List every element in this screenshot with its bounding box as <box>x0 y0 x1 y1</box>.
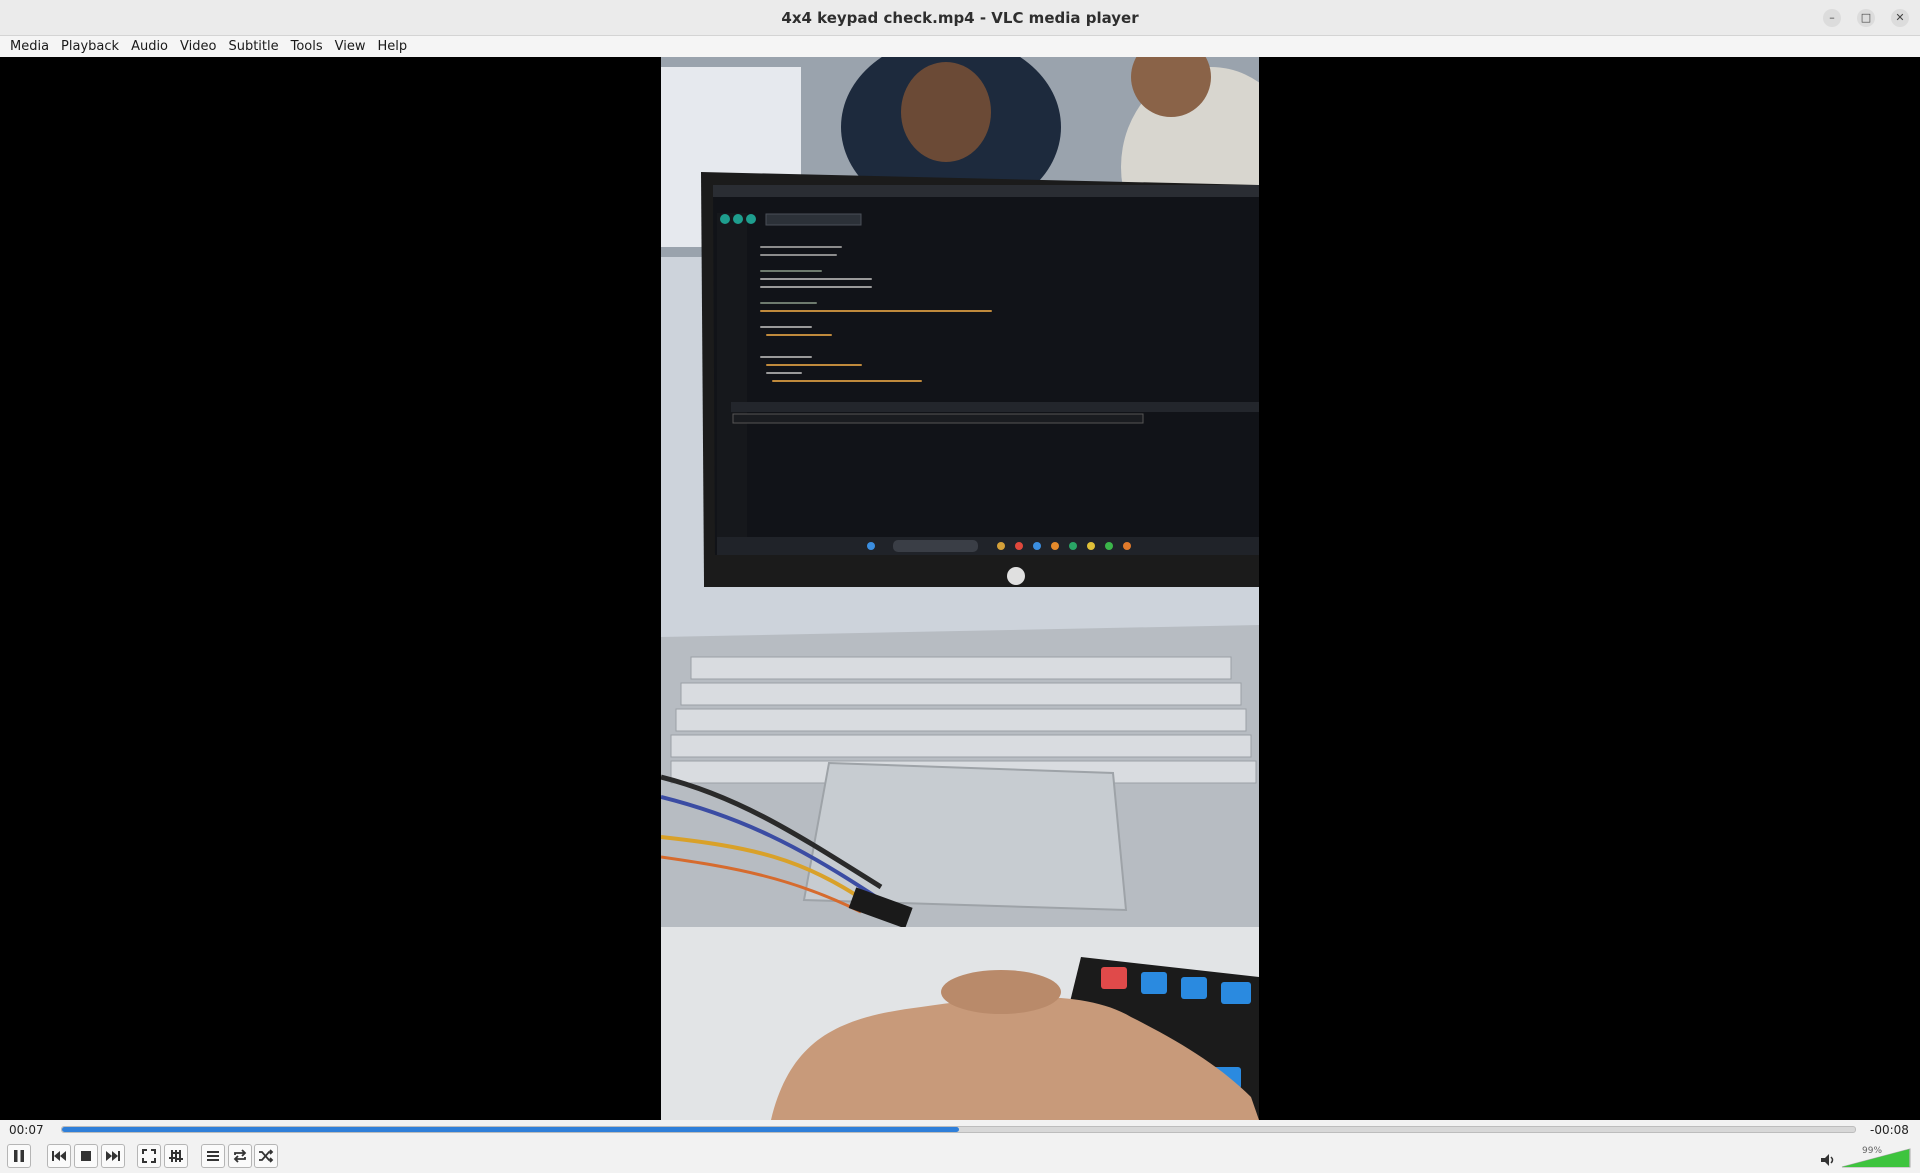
maximize-button[interactable]: □ <box>1857 9 1875 27</box>
playlist-button[interactable] <box>201 1144 225 1168</box>
control-bar: 99% <box>0 1140 1920 1173</box>
seek-progress <box>62 1127 959 1132</box>
remaining-time[interactable]: -00:08 <box>1870 1122 1909 1138</box>
minimize-button[interactable]: – <box>1823 9 1841 27</box>
speaker-icon[interactable] <box>1820 1153 1836 1167</box>
seek-slider[interactable] <box>61 1126 1856 1133</box>
stop-button[interactable] <box>74 1144 98 1168</box>
menu-subtitle[interactable]: Subtitle <box>222 36 284 57</box>
menu-media[interactable]: Media <box>4 36 55 57</box>
menu-video[interactable]: Video <box>174 36 222 57</box>
extended-settings-button[interactable] <box>164 1144 188 1168</box>
maximize-icon: □ <box>1860 11 1872 24</box>
shuffle-button[interactable] <box>254 1144 278 1168</box>
menu-playback[interactable]: Playback <box>55 36 125 57</box>
title-bar: 4x4 keypad check.mp4 - VLC media player … <box>0 0 1920 36</box>
volume-slider[interactable] <box>1840 1147 1912 1169</box>
fullscreen-icon <box>142 1149 156 1163</box>
pause-icon <box>14 1150 24 1162</box>
menu-view[interactable]: View <box>329 36 372 57</box>
shuffle-icon <box>259 1149 274 1163</box>
menu-help[interactable]: Help <box>372 36 414 57</box>
next-icon <box>106 1151 120 1161</box>
video-frame <box>661 57 1259 1120</box>
pause-button[interactable] <box>7 1144 31 1168</box>
stop-icon <box>81 1151 91 1161</box>
loop-icon <box>233 1149 247 1163</box>
video-area[interactable] <box>0 57 1920 1120</box>
close-icon: ✕ <box>1895 11 1905 24</box>
seek-row: 00:07 -00:08 <box>0 1120 1920 1140</box>
window-title: 4x4 keypad check.mp4 - VLC media player <box>781 9 1139 27</box>
playlist-icon <box>207 1151 219 1161</box>
minimize-icon: – <box>1829 11 1835 24</box>
previous-icon <box>52 1151 66 1161</box>
menu-audio[interactable]: Audio <box>125 36 174 57</box>
previous-button[interactable] <box>47 1144 71 1168</box>
fullscreen-button[interactable] <box>137 1144 161 1168</box>
equalizer-icon <box>169 1150 183 1162</box>
close-button[interactable]: ✕ <box>1891 9 1909 27</box>
next-button[interactable] <box>101 1144 125 1168</box>
menu-bar: Media Playback Audio Video Subtitle Tool… <box>0 36 1920 57</box>
loop-button[interactable] <box>228 1144 252 1168</box>
elapsed-time: 00:07 <box>9 1123 44 1137</box>
video-frame-image <box>661 57 1259 1120</box>
menu-tools[interactable]: Tools <box>285 36 329 57</box>
